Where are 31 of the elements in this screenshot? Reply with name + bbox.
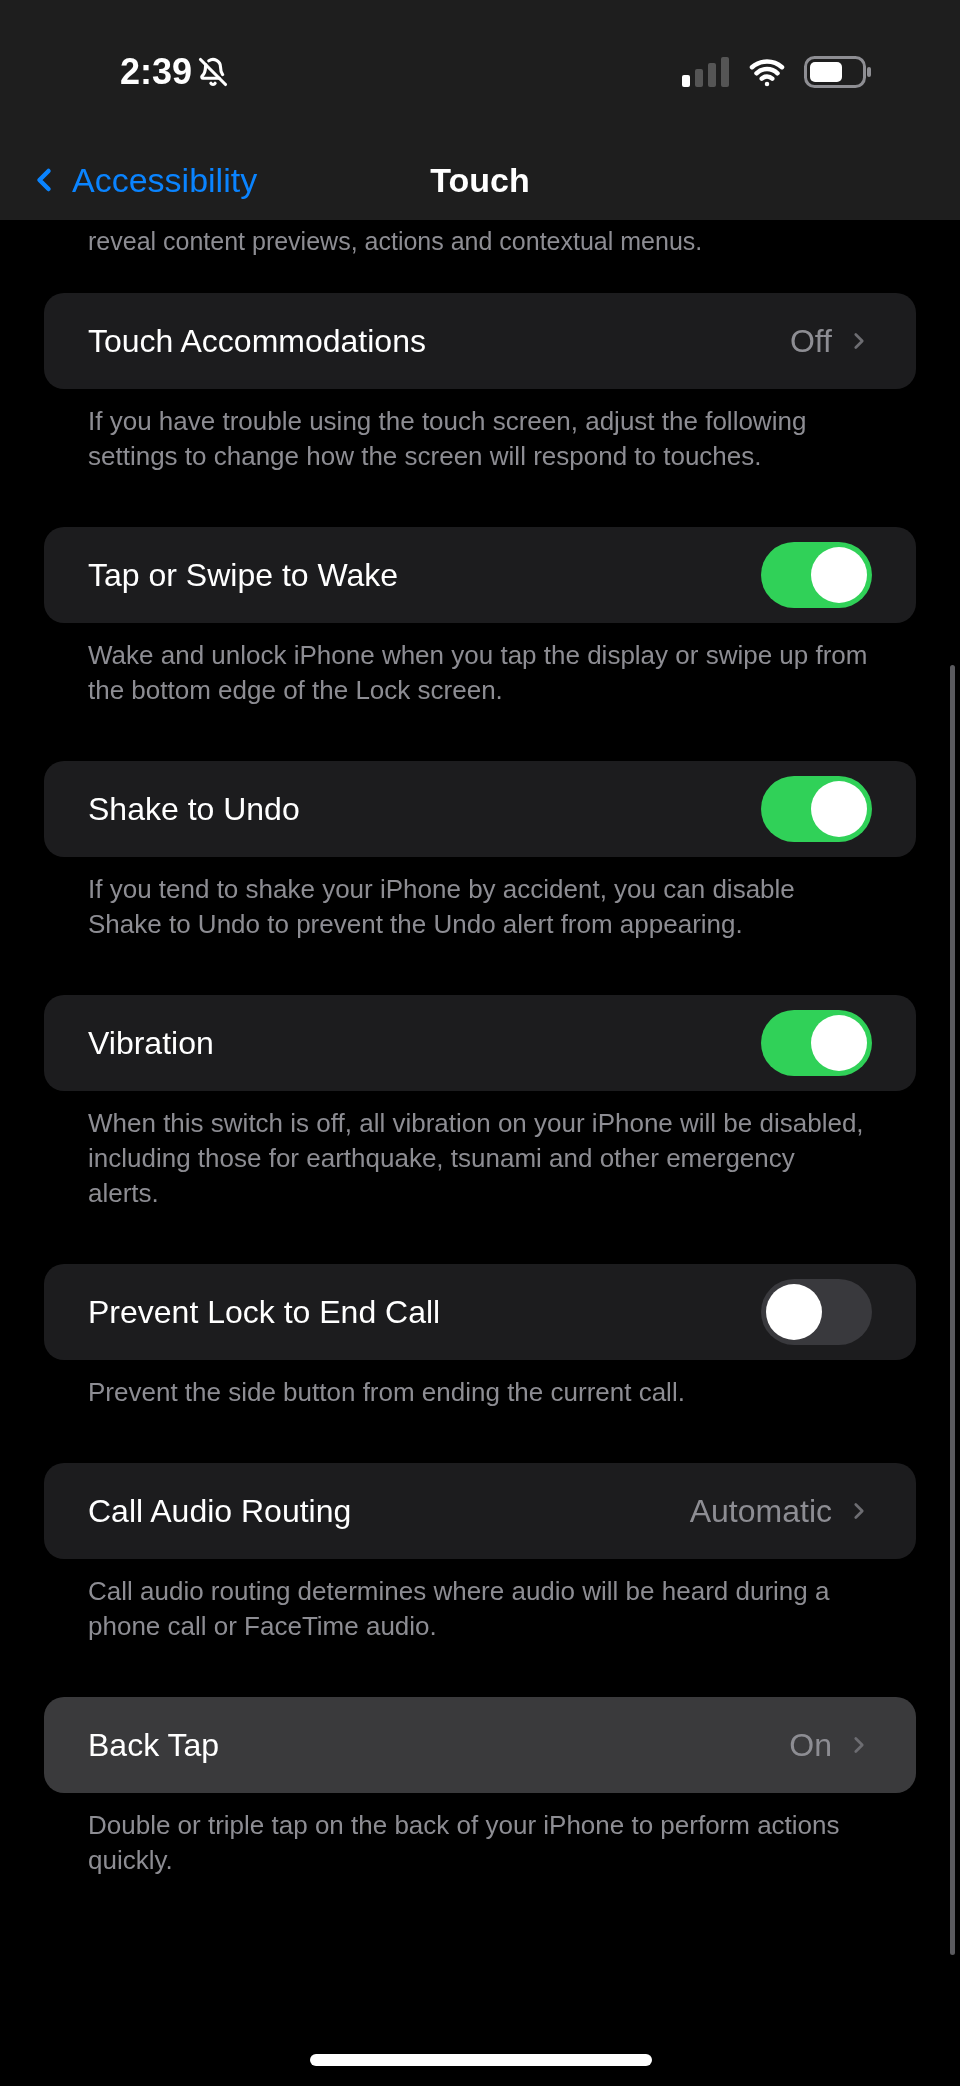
- section-note: reveal content previews, actions and contextual menus.: [87, 226, 704, 257]
- bell-slash-icon: [198, 57, 229, 87]
- row-value: On: [789, 1726, 832, 1765]
- settings-row[interactable]: Back Tap On: [44, 1697, 916, 1793]
- row-footer: Wake and unlock iPhone when you tap the display or swipe up from the bottom edge of the Lock screen.: [0, 623, 960, 708]
- row-label: Prevent Lock to End Call: [88, 1293, 442, 1332]
- back-button[interactable]: Accessibility: [26, 154, 258, 206]
- settings-row[interactable]: Vibration: [44, 995, 916, 1091]
- settings-row[interactable]: Tap or Swipe to Wake: [44, 527, 916, 623]
- row-footer: Prevent the side button from ending the current call.: [0, 1360, 960, 1410]
- row-label: Back Tap: [88, 1726, 221, 1765]
- row-value: Automatic: [689, 1492, 832, 1531]
- settings-row[interactable]: Call Audio Routing Automatic: [44, 1463, 916, 1559]
- row-footer: If you tend to shake your iPhone by accident, you can disable Shake to Undo to prevent the Undo alert from appearing.: [0, 857, 960, 942]
- row-footer: Double or triple tap on the back of your iPhone to perform actions quickly.: [0, 1793, 960, 1878]
- status-time: 2:39: [120, 50, 193, 94]
- page-title: Touch: [430, 159, 530, 201]
- row-label: Call Audio Routing: [88, 1492, 353, 1531]
- row-value: Off: [789, 322, 832, 361]
- settings-row[interactable]: Shake to Undo: [44, 761, 916, 857]
- settings-row[interactable]: Touch Accommodations Off: [44, 293, 916, 389]
- row-footer: If you have trouble using the touch screen, adjust the following settings to change how the screen will respond to touches.: [0, 389, 960, 474]
- row-label: Touch Accommodations: [88, 322, 427, 361]
- row-label: Tap or Swipe to Wake: [88, 556, 400, 595]
- battery-icon: [804, 56, 872, 88]
- row-label: Vibration: [88, 1024, 215, 1063]
- settings-row[interactable]: Prevent Lock to End Call: [44, 1264, 916, 1360]
- row-label: Shake to Undo: [88, 790, 301, 829]
- row-footer: When this switch is off, all vibration on your iPhone will be disabled, including those for earthquake, tsunami and other emergency alerts.: [0, 1091, 960, 1211]
- row-footer: Call audio routing determines where audio will be heard during a phone call or FaceTime audio.: [0, 1559, 960, 1644]
- signal-icon: [682, 57, 730, 87]
